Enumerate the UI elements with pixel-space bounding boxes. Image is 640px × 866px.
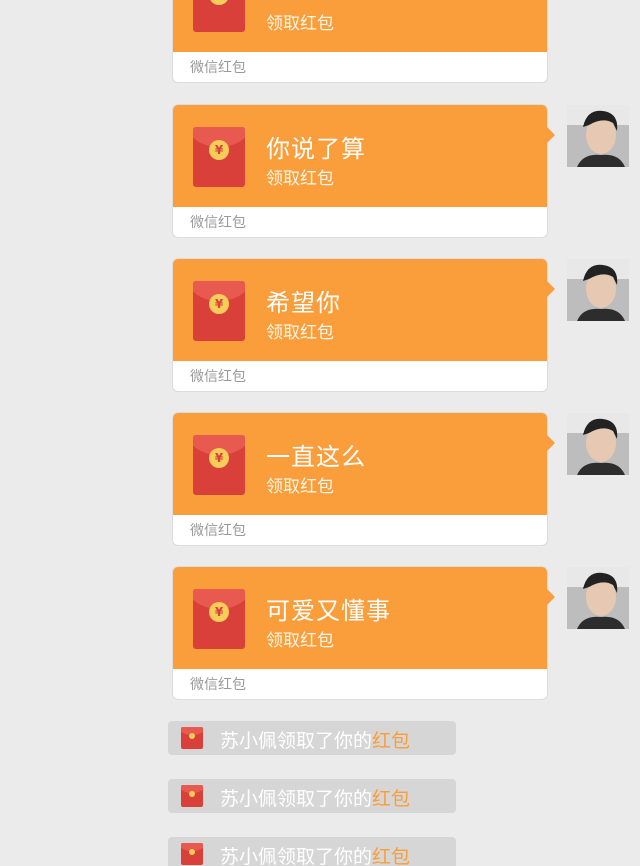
yuan-coin-icon: ¥	[209, 140, 229, 160]
wechat-red-packet-label: 微信红包	[190, 523, 246, 539]
wechat-red-packet-label: 微信红包	[190, 369, 246, 385]
red-packet-greeting: 希望你	[266, 289, 341, 317]
red-packet-message: ¥ 可爱又懂事 领取红包 微信红包	[0, 567, 640, 699]
red-packet-link[interactable]: 红包	[372, 730, 410, 752]
wechat-red-packet-label: 微信红包	[190, 677, 246, 693]
receive-red-packet-label: 领取红包	[266, 169, 334, 189]
red-envelope-icon	[181, 727, 203, 749]
chat-window: ¥ 领取红包 微信红包 ¥	[0, 0, 640, 866]
notice-text: 苏小佩领取了你的	[220, 846, 373, 866]
wechat-red-packet-label: 微信红包	[190, 60, 246, 76]
yuan-coin-icon: ¥	[209, 448, 229, 468]
red-packet-bubble[interactable]: ¥ 你说了算 领取红包 微信红包	[173, 105, 555, 237]
avatar[interactable]	[567, 105, 629, 167]
avatar[interactable]	[567, 567, 629, 629]
red-packet-claimed-notice: 苏小佩领取了你的红包	[168, 779, 456, 813]
red-packet-greeting: 可爱又懂事	[266, 597, 391, 625]
red-envelope-icon: ¥	[193, 127, 245, 187]
receive-red-packet-label: 领取红包	[266, 14, 334, 34]
red-packet-bubble[interactable]: ¥ 领取红包 微信红包	[173, 0, 547, 82]
red-packet-message: ¥ 你说了算 领取红包 微信红包	[0, 105, 640, 237]
yuan-coin-icon: ¥	[209, 602, 229, 622]
red-envelope-icon	[181, 785, 203, 807]
red-packet-greeting: 一直这么	[266, 443, 366, 471]
wechat-red-packet-label: 微信红包	[190, 215, 246, 231]
receive-red-packet-label: 领取红包	[266, 323, 334, 343]
avatar[interactable]	[567, 259, 629, 321]
red-packet-claimed-notice: 苏小佩领取了你的红包	[168, 721, 456, 755]
red-packet-message: ¥ 领取红包 微信红包	[0, 0, 640, 82]
red-packet-bubble[interactable]: ¥ 可爱又懂事 领取红包 微信红包	[173, 567, 555, 699]
notice-text: 苏小佩领取了你的	[220, 788, 373, 810]
red-packet-bubble[interactable]: ¥ 一直这么 领取红包 微信红包	[173, 413, 555, 545]
red-envelope-icon: ¥	[193, 435, 245, 495]
yuan-coin-icon: ¥	[209, 294, 229, 314]
red-packet-message: ¥ 希望你 领取红包 微信红包	[0, 259, 640, 391]
red-packet-link[interactable]: 红包	[372, 788, 410, 810]
avatar[interactable]	[567, 413, 629, 475]
notice-text: 苏小佩领取了你的	[220, 730, 373, 752]
yuan-coin-icon: ¥	[209, 0, 229, 5]
red-packet-bubble[interactable]: ¥ 希望你 领取红包 微信红包	[173, 259, 555, 391]
red-envelope-icon: ¥	[193, 0, 245, 32]
receive-red-packet-label: 领取红包	[266, 477, 334, 497]
red-packet-link[interactable]: 红包	[372, 846, 410, 866]
red-packet-message: ¥ 一直这么 领取红包 微信红包	[0, 413, 640, 545]
receive-red-packet-label: 领取红包	[266, 631, 334, 651]
red-packet-greeting: 你说了算	[266, 135, 366, 163]
red-envelope-icon: ¥	[193, 281, 245, 341]
red-packet-claimed-notice: 苏小佩领取了你的红包	[168, 837, 456, 866]
red-envelope-icon	[181, 843, 203, 865]
red-envelope-icon: ¥	[193, 589, 245, 649]
